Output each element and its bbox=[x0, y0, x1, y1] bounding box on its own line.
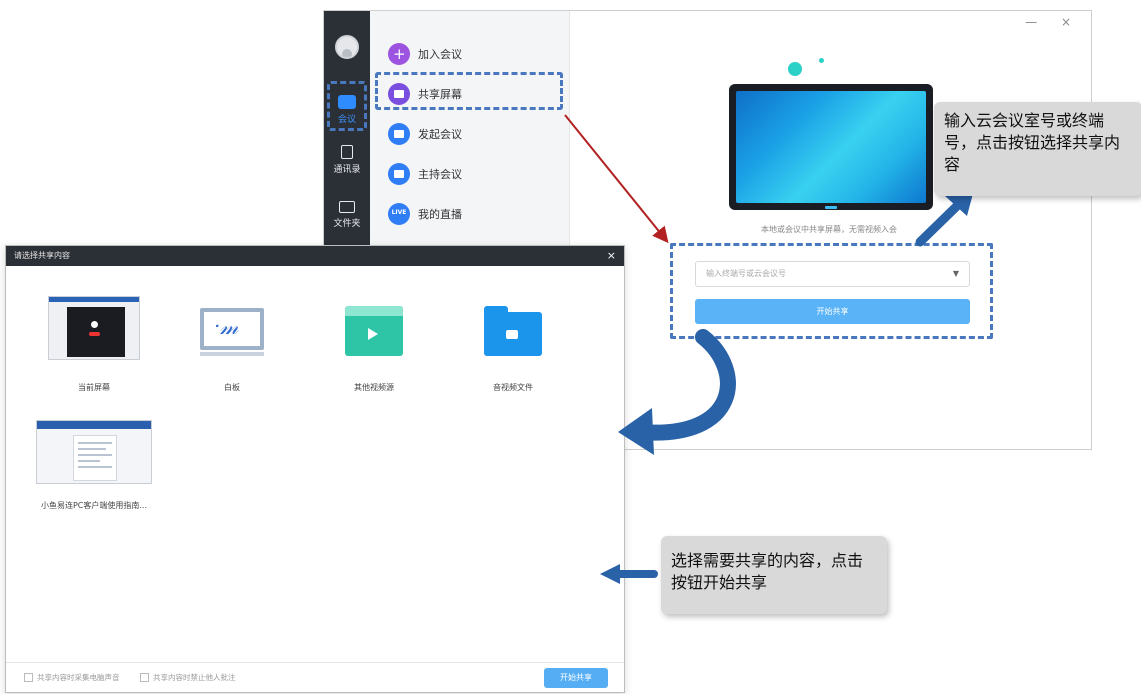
decor-dot bbox=[819, 58, 824, 63]
menu-item-label: 我的直播 bbox=[418, 208, 462, 221]
checkbox-box bbox=[24, 673, 33, 682]
share-hint-text: 本地或会议中共享屏幕，无需视频入会 bbox=[761, 225, 897, 234]
callout-bottom: 选择需要共享的内容，点击按钮开始共享 bbox=[661, 536, 887, 614]
menu-item-my-live[interactable]: LIVE 我的直播 bbox=[388, 201, 462, 227]
checkbox-box bbox=[140, 673, 149, 682]
decor-dot bbox=[788, 62, 802, 76]
menu-item-label: 加入会议 bbox=[418, 48, 462, 61]
checkbox-label: 共享内容时采集电脑声音 bbox=[37, 673, 120, 682]
video-source-icon bbox=[345, 306, 403, 356]
avatar[interactable] bbox=[335, 35, 359, 59]
dialog-title: 请选择共享内容 bbox=[14, 251, 70, 260]
whiteboard-icon: ᐧ𝓂 bbox=[200, 308, 264, 356]
live-icon-text: LIVE bbox=[391, 209, 407, 216]
source-whiteboard[interactable]: ᐧ𝓂 白板 bbox=[177, 308, 287, 392]
source-current-screen[interactable]: 当前屏幕 bbox=[39, 296, 149, 392]
close-icon[interactable]: × bbox=[607, 246, 616, 266]
disable-annotation-checkbox[interactable]: 共享内容时禁止他人批注 bbox=[140, 672, 236, 683]
source-label: 小鱼易连PC客户端使用指南... bbox=[40, 501, 148, 510]
start-share-button[interactable]: 开始共享 bbox=[544, 668, 608, 688]
window-controls[interactable]: — × bbox=[1025, 15, 1081, 29]
highlight-box-meeting bbox=[327, 81, 367, 131]
source-label: 音视频文件 bbox=[493, 383, 533, 392]
source-label: 其他视频源 bbox=[354, 383, 394, 392]
menu-item-label: 主持会议 bbox=[418, 168, 462, 181]
sidebar-item-label: 通讯录 bbox=[333, 165, 361, 175]
menu-item-host-meeting[interactable]: 主持会议 bbox=[388, 161, 462, 187]
dialog-titlebar: 请选择共享内容 × bbox=[6, 246, 624, 266]
sidebar-item-folder[interactable]: 文件夹 bbox=[324, 197, 370, 247]
plus-icon: + bbox=[388, 43, 410, 65]
highlight-box-share-form bbox=[670, 243, 993, 339]
menu-item-join-meeting[interactable]: + 加入会议 bbox=[388, 41, 462, 67]
source-other-video[interactable]: 其他视频源 bbox=[319, 306, 429, 392]
desktop-thumbnail bbox=[48, 296, 140, 360]
host-icon bbox=[388, 163, 410, 185]
source-document-window[interactable]: 小鱼易连PC客户端使用指南... bbox=[34, 420, 154, 510]
menu-item-start-meeting[interactable]: 发起会议 bbox=[388, 121, 462, 147]
video-icon bbox=[388, 123, 410, 145]
media-folder-icon bbox=[484, 306, 542, 356]
live-icon: LIVE bbox=[388, 203, 410, 225]
menu-item-label: 发起会议 bbox=[418, 128, 462, 141]
share-content-dialog: 请选择共享内容 × 当前屏幕 ᐧ𝓂 白板 其他视频源 音视频文件 小鱼易连PC客… bbox=[5, 245, 625, 693]
sidebar-item-label: 文件夹 bbox=[333, 219, 361, 229]
contacts-icon bbox=[341, 145, 353, 159]
sidebar-item-contacts[interactable]: 通讯录 bbox=[324, 145, 370, 195]
source-av-file[interactable]: 音视频文件 bbox=[458, 306, 568, 392]
checkbox-label: 共享内容时禁止他人批注 bbox=[153, 673, 236, 682]
dialog-footer: 共享内容时采集电脑声音 共享内容时禁止他人批注 开始共享 bbox=[6, 662, 624, 692]
monitor-illustration bbox=[729, 84, 933, 210]
capture-audio-checkbox[interactable]: 共享内容时采集电脑声音 bbox=[24, 672, 120, 683]
highlight-box-share-screen bbox=[375, 72, 563, 110]
folder-icon bbox=[339, 201, 355, 213]
document-thumbnail bbox=[36, 420, 152, 484]
source-label: 白板 bbox=[224, 383, 240, 392]
source-label: 当前屏幕 bbox=[78, 383, 110, 392]
callout-top: 输入云会议室号或终端号，点击按钮选择共享内容 bbox=[934, 102, 1141, 196]
